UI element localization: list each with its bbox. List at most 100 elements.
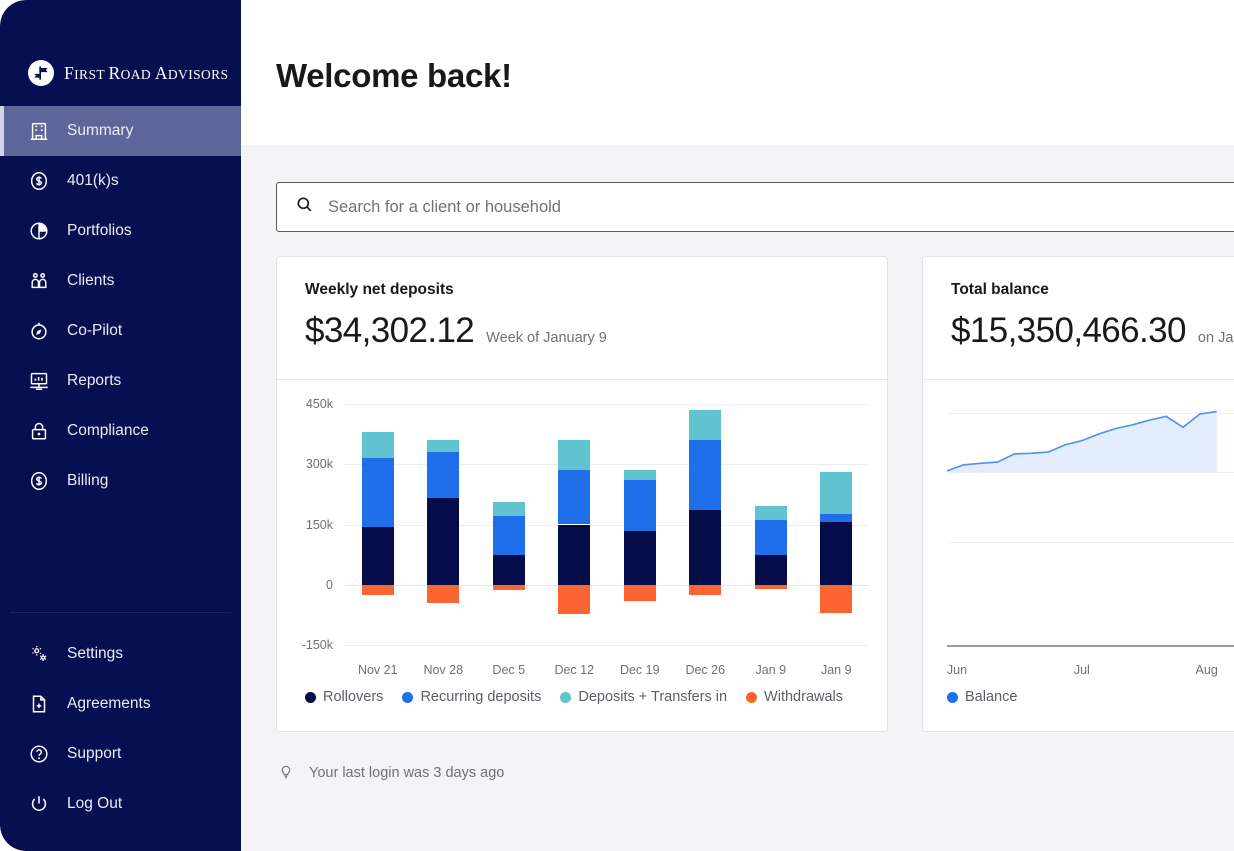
sidebar-item-label: Support (67, 745, 121, 763)
lightbulb-icon (277, 762, 295, 784)
x-axis-tick: Nov 28 (423, 663, 463, 677)
legend-swatch (305, 692, 316, 703)
document-plus-icon (28, 693, 50, 715)
bar-segment (689, 510, 721, 584)
sidebar-item-label: Settings (67, 645, 123, 663)
area-chart: JunJulAugSepOBalance (923, 380, 1234, 731)
bar-segment (689, 410, 721, 440)
card-weekly-net-deposits: Weekly net deposits $34,302.12 Week of J… (276, 256, 888, 732)
gridline (345, 464, 869, 465)
sidebar-item-label: Billing (67, 472, 108, 490)
question-circle-icon (28, 743, 50, 765)
sidebar-item-portfolios[interactable]: Portfolios (0, 206, 241, 256)
brand-logo[interactable]: FIRST ROAD ADVISORS (0, 0, 241, 104)
bar-stack[interactable] (755, 404, 787, 645)
chart-legend: Rollovers Recurring deposits Deposits + Tr… (305, 689, 843, 705)
gridline (345, 645, 869, 646)
sidebar-item-co-pilot[interactable]: Co-Pilot (0, 306, 241, 356)
sidebar-item-label: Co-Pilot (67, 322, 122, 340)
bar-segment (558, 525, 590, 585)
bar-chart-body: 450k300k150k0-150kNov 21Nov 28Dec 5Dec 1… (277, 380, 887, 731)
bar-stack[interactable] (493, 404, 525, 645)
sidebar-item-reports[interactable]: Reports (0, 356, 241, 406)
bar-segment (624, 585, 656, 601)
x-axis-tick: Aug (1196, 663, 1218, 677)
card-header: Total balance $15,350,466.30 on Janu (923, 257, 1234, 379)
bar-stack[interactable] (558, 404, 590, 645)
sidebar-item-agreements[interactable]: Agreements (0, 679, 241, 729)
gridline (345, 585, 869, 586)
building-icon (28, 120, 50, 142)
sidebar-item-settings[interactable]: Settings (0, 629, 241, 679)
search-area (241, 145, 1234, 232)
compass-icon (28, 320, 50, 342)
sidebar-item-summary[interactable]: Summary (0, 106, 241, 156)
y-axis-tick: 150k (306, 518, 333, 532)
lock-icon (28, 420, 50, 442)
bar-segment (624, 470, 656, 480)
card-total-balance: Total balance $15,350,466.30 on Janu Jun… (922, 256, 1234, 732)
main-content: Welcome back! Weekly net deposits $34,30… (241, 0, 1234, 851)
search-input[interactable] (328, 198, 1234, 217)
last-login-note: Your last login was 3 days ago (241, 732, 1234, 784)
app-window: FIRST ROAD ADVISORS Summary (0, 0, 1234, 851)
bar-segment (755, 520, 787, 554)
bar-segment (493, 555, 525, 585)
sidebar-item-label: Clients (67, 272, 114, 290)
bar-chart: 450k300k150k0-150kNov 21Nov 28Dec 5Dec 1… (277, 380, 887, 731)
sidebar-item-label: Portfolios (67, 222, 132, 240)
dollar-circle-icon (28, 470, 50, 492)
card-subtitle: on Janu (1198, 330, 1234, 346)
gears-icon (28, 643, 50, 665)
bar-segment (493, 516, 525, 554)
bar-stack[interactable] (427, 404, 459, 645)
bar-stack[interactable] (362, 404, 394, 645)
bar-segment (362, 527, 394, 585)
legend-label: Balance (965, 689, 1017, 705)
people-icon (28, 270, 50, 292)
legend-item[interactable]: Recurring deposits (402, 689, 541, 705)
bar-stack[interactable] (624, 404, 656, 645)
bar-segment (820, 585, 852, 613)
card-figure: $15,350,466.30 on Janu (951, 311, 1234, 351)
sidebar-item-label: 401(k)s (67, 172, 119, 190)
dollar-circle-icon (28, 170, 50, 192)
y-axis-tick: 0 (326, 578, 333, 592)
bar-segment (624, 531, 656, 585)
sidebar-item-log-out[interactable]: Log Out (0, 779, 241, 829)
legend-item[interactable]: Deposits + Transfers in (560, 689, 727, 705)
bar-segment (755, 585, 787, 589)
y-axis-tick: -150k (302, 638, 333, 652)
y-axis-tick: 300k (306, 457, 333, 471)
search-box[interactable] (276, 182, 1234, 232)
legend-label: Deposits + Transfers in (578, 689, 727, 705)
x-axis-tick: Jun (947, 663, 967, 677)
balance-area-series (923, 380, 1234, 733)
legend-item[interactable]: Withdrawals (746, 689, 843, 705)
sidebar-item-compliance[interactable]: Compliance (0, 406, 241, 456)
sidebar-item-401ks[interactable]: 401(k)s (0, 156, 241, 206)
legend-item[interactable]: Rollovers (305, 689, 383, 705)
card-header: Weekly net deposits $34,302.12 Week of J… (277, 257, 887, 379)
bar-segment (558, 585, 590, 614)
bar-segment (427, 498, 459, 584)
sidebar-item-support[interactable]: Support (0, 729, 241, 779)
presentation-chart-icon (28, 370, 50, 392)
legend-label: Withdrawals (764, 689, 843, 705)
power-icon (28, 793, 50, 815)
bar-segment (820, 472, 852, 514)
x-axis-tick: Dec 26 (685, 663, 725, 677)
legend-item[interactable]: Balance (947, 689, 1017, 705)
bar-stack[interactable] (820, 404, 852, 645)
gridline (345, 525, 869, 526)
area-chart-body: JunJulAugSepOBalance (923, 380, 1234, 731)
bar-segment (689, 440, 721, 510)
legend-label: Rollovers (323, 689, 383, 705)
bar-segment (755, 506, 787, 520)
sidebar-item-billing[interactable]: Billing (0, 456, 241, 506)
bar-stack[interactable] (689, 404, 721, 645)
sidebar-item-label: Summary (67, 122, 133, 140)
card-subtitle: Week of January 9 (486, 330, 607, 346)
sidebar-item-clients[interactable]: Clients (0, 256, 241, 306)
sidebar-item-label: Compliance (67, 422, 149, 440)
